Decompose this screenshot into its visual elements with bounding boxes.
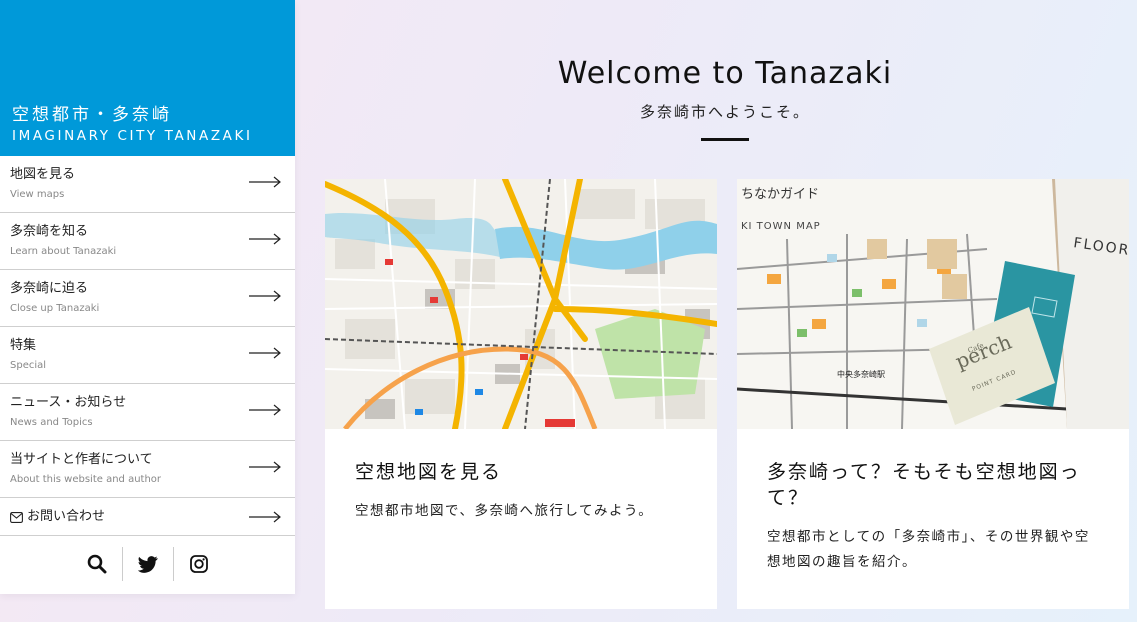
arrow-right-icon [249, 404, 281, 416]
card-title: 多奈崎って？そもそも空想地図って？ [767, 461, 1081, 509]
guide-photo: ちなかガイド KI TOWN MAP 中央多奈崎駅 FLOOR Cafe per [737, 179, 1129, 429]
arrow-right-icon [249, 461, 281, 473]
nav-item-about[interactable]: 当サイトと作者について About this website and autho… [0, 441, 295, 498]
nav-item-news[interactable]: ニュース・お知らせ News and Topics [0, 384, 295, 441]
mail-icon [10, 511, 23, 523]
card-title: 空想地図を見る [355, 461, 503, 483]
arrow-right-icon [249, 511, 281, 523]
twitter-link[interactable] [123, 547, 173, 581]
search-icon [87, 554, 106, 574]
site-title-jp: 空想都市・多奈崎 [12, 105, 172, 125]
arrow-right-icon [249, 290, 281, 302]
contact-label: お問い合わせ [27, 509, 106, 524]
instagram-link[interactable] [174, 547, 224, 581]
card-view-maps[interactable]: 空想地図を見る 空想都市地図で、多奈崎へ旅行してみよう。 [325, 179, 717, 609]
nav-item-sublabel: Close up Tanazaki [10, 303, 100, 314]
nav-item-special[interactable]: 特集 Special [0, 327, 295, 384]
nav-item-sublabel: Special [10, 360, 47, 371]
nav-item-contact[interactable]: お問い合わせ [0, 498, 295, 536]
nav-item-sublabel: Learn about Tanazaki [10, 246, 117, 257]
card-description: 空想都市としての「多奈崎市」、その世界観や空想地図の趣旨を紹介。 [767, 529, 1090, 570]
map-image [325, 179, 717, 429]
arrow-right-icon [249, 176, 281, 188]
hero: Welcome to Tanazaki 多奈崎市へようこそ。 [520, 56, 930, 141]
arrow-right-icon [249, 233, 281, 245]
site-title-en: IMAGINARY CITY TANAZAKI [12, 128, 253, 144]
card-description: 空想都市地図で、多奈崎へ旅行してみよう。 [355, 503, 654, 519]
social-links [0, 547, 295, 581]
page-title: Welcome to Tanazaki [557, 56, 893, 91]
arrow-right-icon [249, 347, 281, 359]
nav-item-sublabel: About this website and author [10, 474, 162, 485]
sidebar: 空想都市・多奈崎 IMAGINARY CITY TANAZAKI 地図を見る V… [0, 0, 295, 594]
nav-item-view-maps[interactable]: 地図を見る View maps [0, 156, 295, 213]
guide-map-title: KI TOWN MAP [741, 221, 821, 232]
nav-item-learn[interactable]: 多奈崎を知る Learn about Tanazaki [0, 213, 295, 270]
town-map-photo: ちなかガイド KI TOWN MAP 中央多奈崎駅 FLOOR Cafe per [737, 179, 1129, 429]
nav-item-sublabel: View maps [10, 189, 65, 200]
station-label: 中央多奈崎駅 [837, 369, 885, 379]
search-button[interactable] [72, 547, 122, 581]
guide-header-text: ちなかガイド [741, 187, 819, 202]
card-about-tanazaki[interactable]: ちなかガイド KI TOWN MAP 中央多奈崎駅 FLOOR Cafe per [737, 179, 1129, 609]
page-subtitle: 多奈崎市へようこそ。 [639, 103, 810, 121]
title-divider [701, 138, 749, 141]
nav-item-sublabel: News and Topics [10, 417, 93, 428]
site-logo[interactable]: 空想都市・多奈崎 IMAGINARY CITY TANAZAKI [0, 0, 295, 156]
city-map-illustration [325, 179, 717, 429]
nav-item-close-up[interactable]: 多奈崎に迫る Close up Tanazaki [0, 270, 295, 327]
instagram-icon [189, 555, 208, 573]
twitter-icon [137, 555, 158, 573]
